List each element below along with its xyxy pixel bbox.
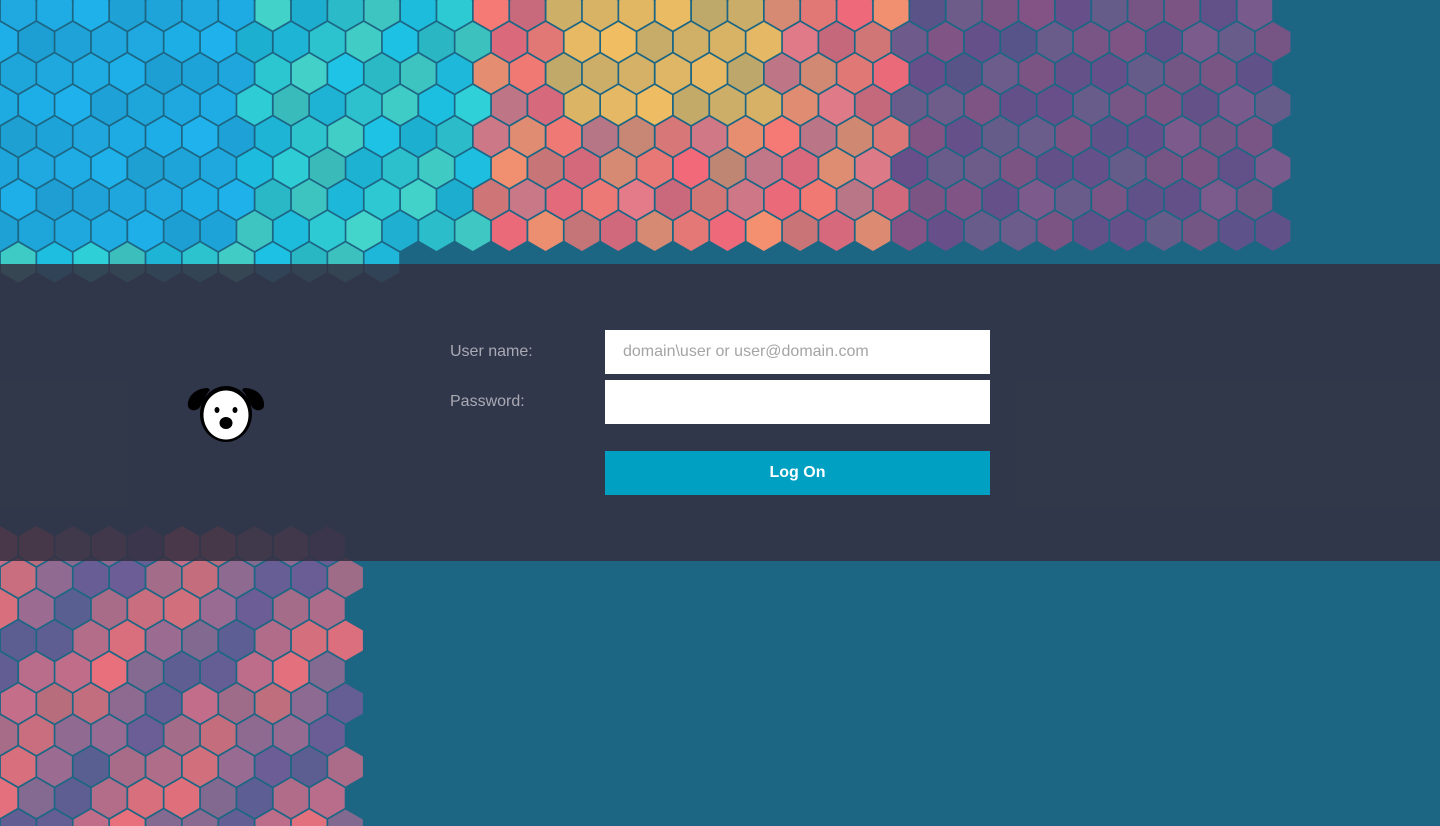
password-input[interactable] bbox=[605, 380, 990, 424]
login-page: User name: Password: Log On bbox=[0, 0, 1440, 826]
dog-face-icon bbox=[187, 386, 265, 442]
password-label: Password: bbox=[450, 393, 525, 410]
log-on-button[interactable]: Log On bbox=[605, 451, 990, 495]
username-label: User name: bbox=[450, 343, 533, 360]
username-input[interactable] bbox=[605, 330, 990, 374]
